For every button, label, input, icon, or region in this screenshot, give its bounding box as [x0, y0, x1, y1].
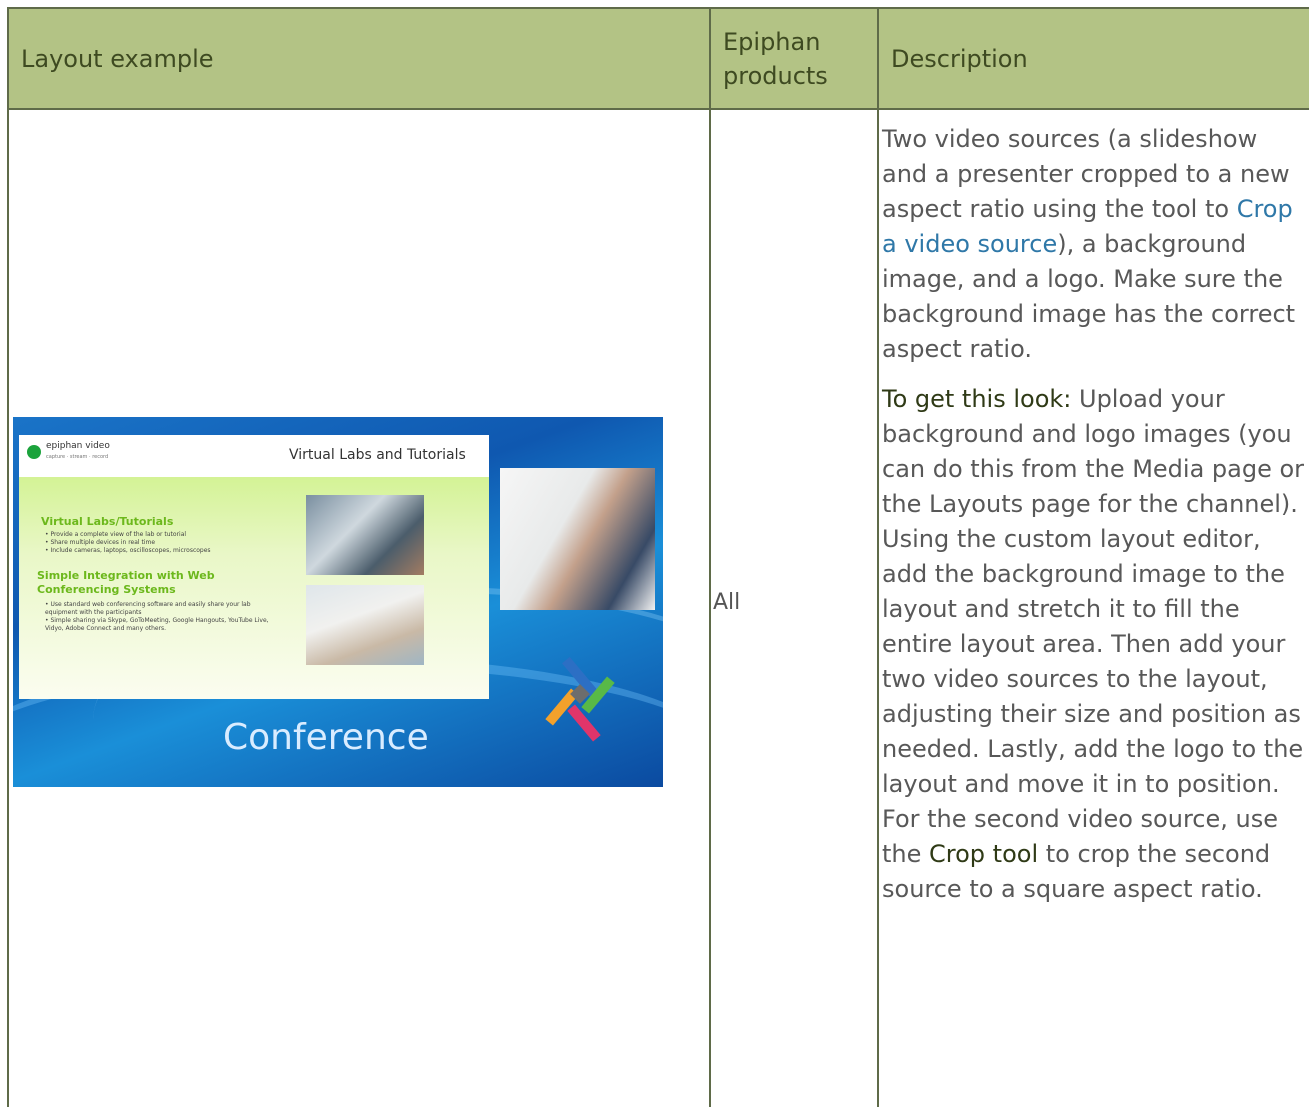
- slide-bullet: • Use standard web conferencing software…: [45, 601, 251, 616]
- slide-bullet: • Share multiple devices in real time: [45, 539, 156, 546]
- conference-label: Conference: [223, 717, 429, 758]
- get-this-look-label: To get this look:: [882, 385, 1072, 413]
- layout-example-image: epiphan video capture · stream · record …: [13, 417, 663, 787]
- slide-bullet: • Provide a complete view of the lab or …: [45, 531, 187, 538]
- slide-title: Virtual Labs and Tutorials: [289, 447, 466, 463]
- description-cell: Two video sources (a slideshow and a pre…: [882, 122, 1307, 922]
- presenter-video-source: [500, 468, 655, 610]
- description-paragraph: To get this look: Upload your background…: [882, 382, 1307, 907]
- crop-tool-label: Crop tool: [929, 840, 1039, 868]
- slide-bullet: • Simple sharing via Skype, GoToMeeting,…: [45, 617, 269, 632]
- description-text: Two video sources (a slideshow and a pre…: [882, 125, 1290, 223]
- epiphan-x-logo-icon: [545, 656, 615, 742]
- column-divider: [877, 108, 879, 1107]
- lab-equipment-photo: [306, 495, 424, 575]
- slide-bullets: • Use standard web conferencing software…: [45, 601, 275, 633]
- table-header-row: Layout example Epiphan products Descript…: [9, 9, 1309, 110]
- description-paragraph: Two video sources (a slideshow and a pre…: [882, 122, 1307, 367]
- header-layout-example: Layout example: [21, 44, 214, 73]
- epiphan-logo-icon: [27, 445, 41, 459]
- slide-bullets: • Provide a complete view of the lab or …: [45, 531, 265, 555]
- products-cell: All: [713, 590, 741, 615]
- slide-bullet: • Include cameras, laptops, oscilloscope…: [45, 547, 211, 554]
- slide-heading: Virtual Labs/Tutorials: [41, 515, 174, 528]
- slide-header: epiphan video capture · stream · record …: [19, 435, 489, 477]
- header-epiphan-products-label: Epiphan products: [723, 27, 828, 90]
- slide-brand: epiphan video: [46, 441, 110, 451]
- header-description: Description: [877, 9, 1309, 108]
- slide-heading: Conferencing Systems: [37, 583, 176, 596]
- office-worker-photo: [306, 585, 424, 665]
- header-epiphan-products: Epiphan products: [709, 9, 877, 108]
- slide-brand-tagline: capture · stream · record: [46, 454, 109, 460]
- column-divider: [709, 108, 711, 1107]
- slide-heading: Simple Integration with Web: [37, 569, 215, 582]
- description-text: Upload your background and logo images (…: [882, 385, 1305, 868]
- slideshow-source: epiphan video capture · stream · record …: [19, 435, 489, 699]
